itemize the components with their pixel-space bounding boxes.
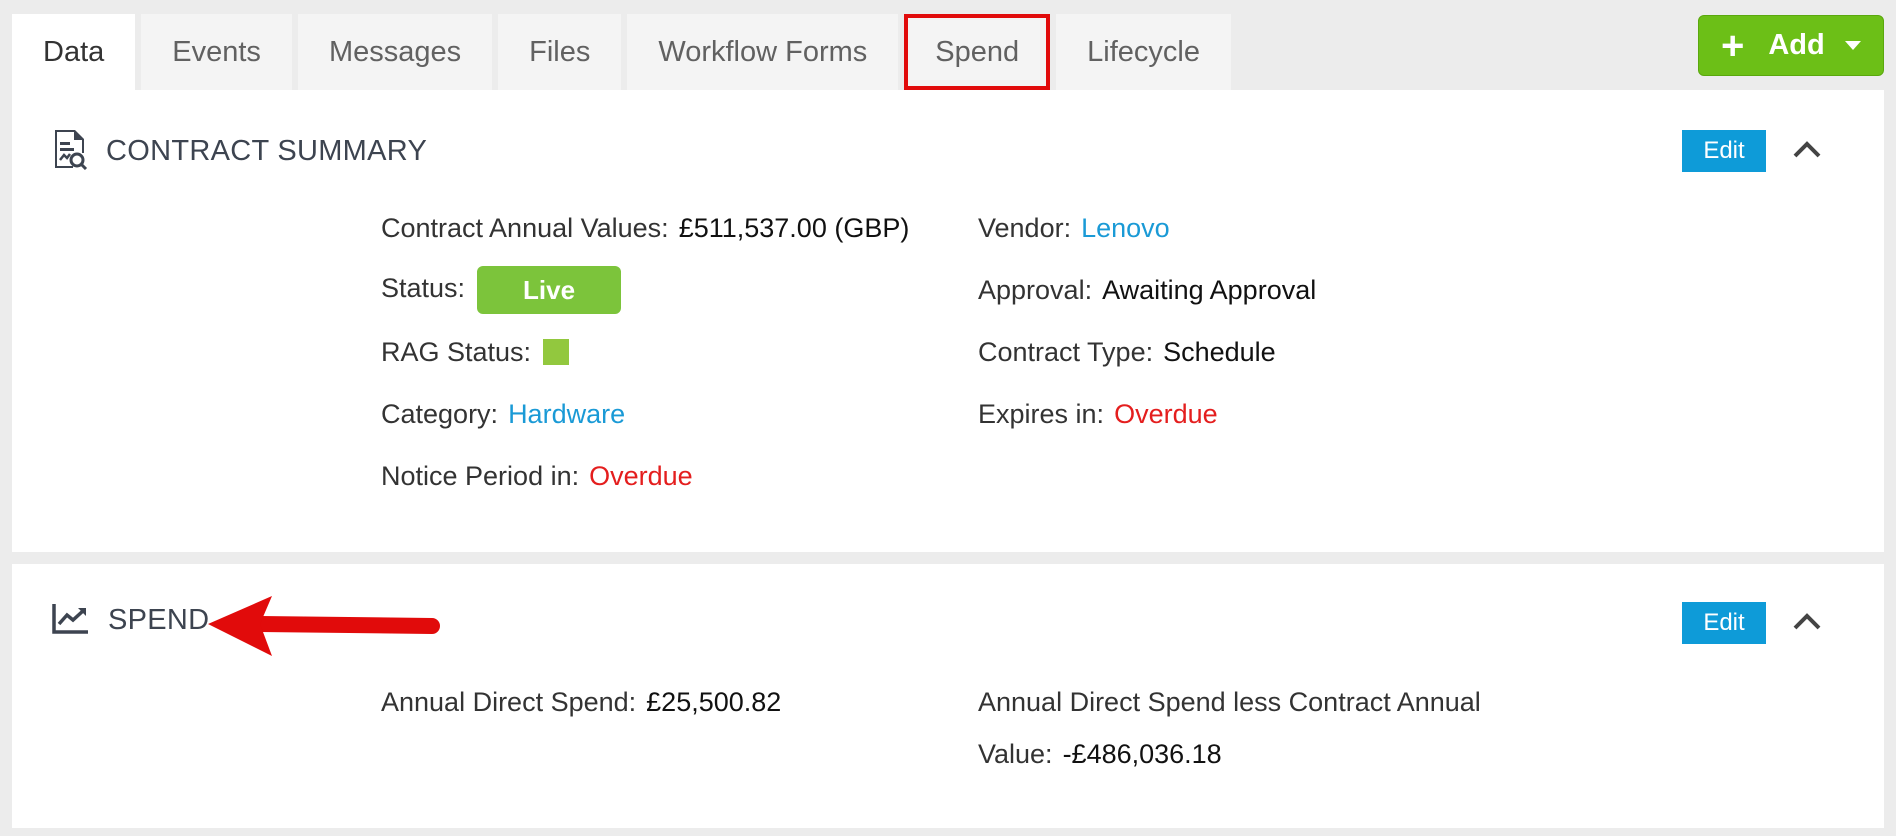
field-notice-period: Notice Period in: Overdue (381, 458, 693, 494)
vendor-link[interactable]: Lenovo (1081, 213, 1170, 243)
spend-header: SPEND (52, 602, 209, 639)
rag-indicator (543, 339, 570, 365)
field-value: £25,500.82 (646, 687, 782, 717)
field-label: Notice Period in: (381, 461, 580, 491)
field-value: Overdue (1114, 399, 1218, 429)
tab-events[interactable]: Events (141, 14, 292, 90)
contract-summary-panel: CONTRACT SUMMARY Edit Contract Annual Va… (12, 90, 1884, 552)
field-approval: Approval: Awaiting Approval (978, 272, 1316, 308)
document-search-icon (52, 128, 88, 175)
field-label: Contract Type: (978, 337, 1154, 367)
field-label: Expires in: (978, 399, 1105, 429)
status-badge: Live (477, 266, 622, 314)
annotation-arrow (208, 596, 440, 656)
field-label: Contract Annual Values: (381, 213, 669, 243)
field-vendor: Vendor: Lenovo (978, 210, 1170, 246)
tab-messages[interactable]: Messages (297, 14, 493, 90)
field-annual-direct-spend: Annual Direct Spend: £25,500.82 (381, 684, 781, 720)
field-value: Schedule (1163, 337, 1276, 367)
field-value: -£486,036.18 (1062, 739, 1222, 769)
tab-bar: Data Events Messages Files Workflow Form… (12, 14, 1231, 90)
field-label: RAG Status: (381, 337, 532, 367)
field-label: Status: (381, 273, 466, 304)
field-label: Category: (381, 399, 499, 429)
field-label: Value: (978, 739, 1053, 769)
panel-title: SPEND (108, 604, 210, 636)
field-label: Annual Direct Spend: (381, 687, 637, 717)
chevron-up-icon[interactable] (1790, 604, 1824, 638)
edit-button[interactable]: Edit (1682, 602, 1766, 644)
field-contract-type: Contract Type: Schedule (978, 334, 1276, 370)
add-button[interactable]: + Add (1698, 15, 1884, 76)
tab-workflow-forms[interactable]: Workflow Forms (627, 14, 899, 90)
chevron-up-icon[interactable] (1790, 132, 1824, 166)
field-status: Status: Live (381, 266, 622, 314)
tab-spend[interactable]: Spend (904, 14, 1051, 90)
panel-title: CONTRACT SUMMARY (106, 135, 428, 167)
trend-chart-icon (52, 602, 90, 639)
field-label: Vendor: (978, 213, 1072, 243)
tab-files[interactable]: Files (498, 14, 622, 90)
field-annual-value: Contract Annual Values: £511,537.00 (GBP) (381, 210, 909, 246)
field-spend-less-contract: Value: -£486,036.18 (978, 736, 1222, 772)
field-value: Awaiting Approval (1102, 275, 1317, 305)
field-rag-status: RAG Status: (381, 334, 570, 370)
category-link[interactable]: Hardware (508, 399, 625, 429)
tab-data[interactable]: Data (12, 14, 136, 90)
field-category: Category: Hardware (381, 396, 625, 432)
contract-summary-header: CONTRACT SUMMARY (52, 128, 427, 175)
plus-icon: + (1721, 23, 1745, 68)
field-value: £511,537.00 (GBP) (678, 213, 910, 243)
tab-lifecycle[interactable]: Lifecycle (1056, 14, 1231, 90)
field-expires: Expires in: Overdue (978, 396, 1218, 432)
field-value: Overdue (589, 461, 693, 491)
caret-down-icon (1844, 41, 1861, 50)
field-spend-less-contract-label: Annual Direct Spend less Contract Annual (978, 684, 1481, 720)
field-label: Annual Direct Spend less Contract Annual (978, 687, 1481, 717)
add-button-label: Add (1768, 29, 1825, 61)
field-label: Approval: (978, 275, 1093, 305)
edit-button[interactable]: Edit (1682, 130, 1766, 172)
